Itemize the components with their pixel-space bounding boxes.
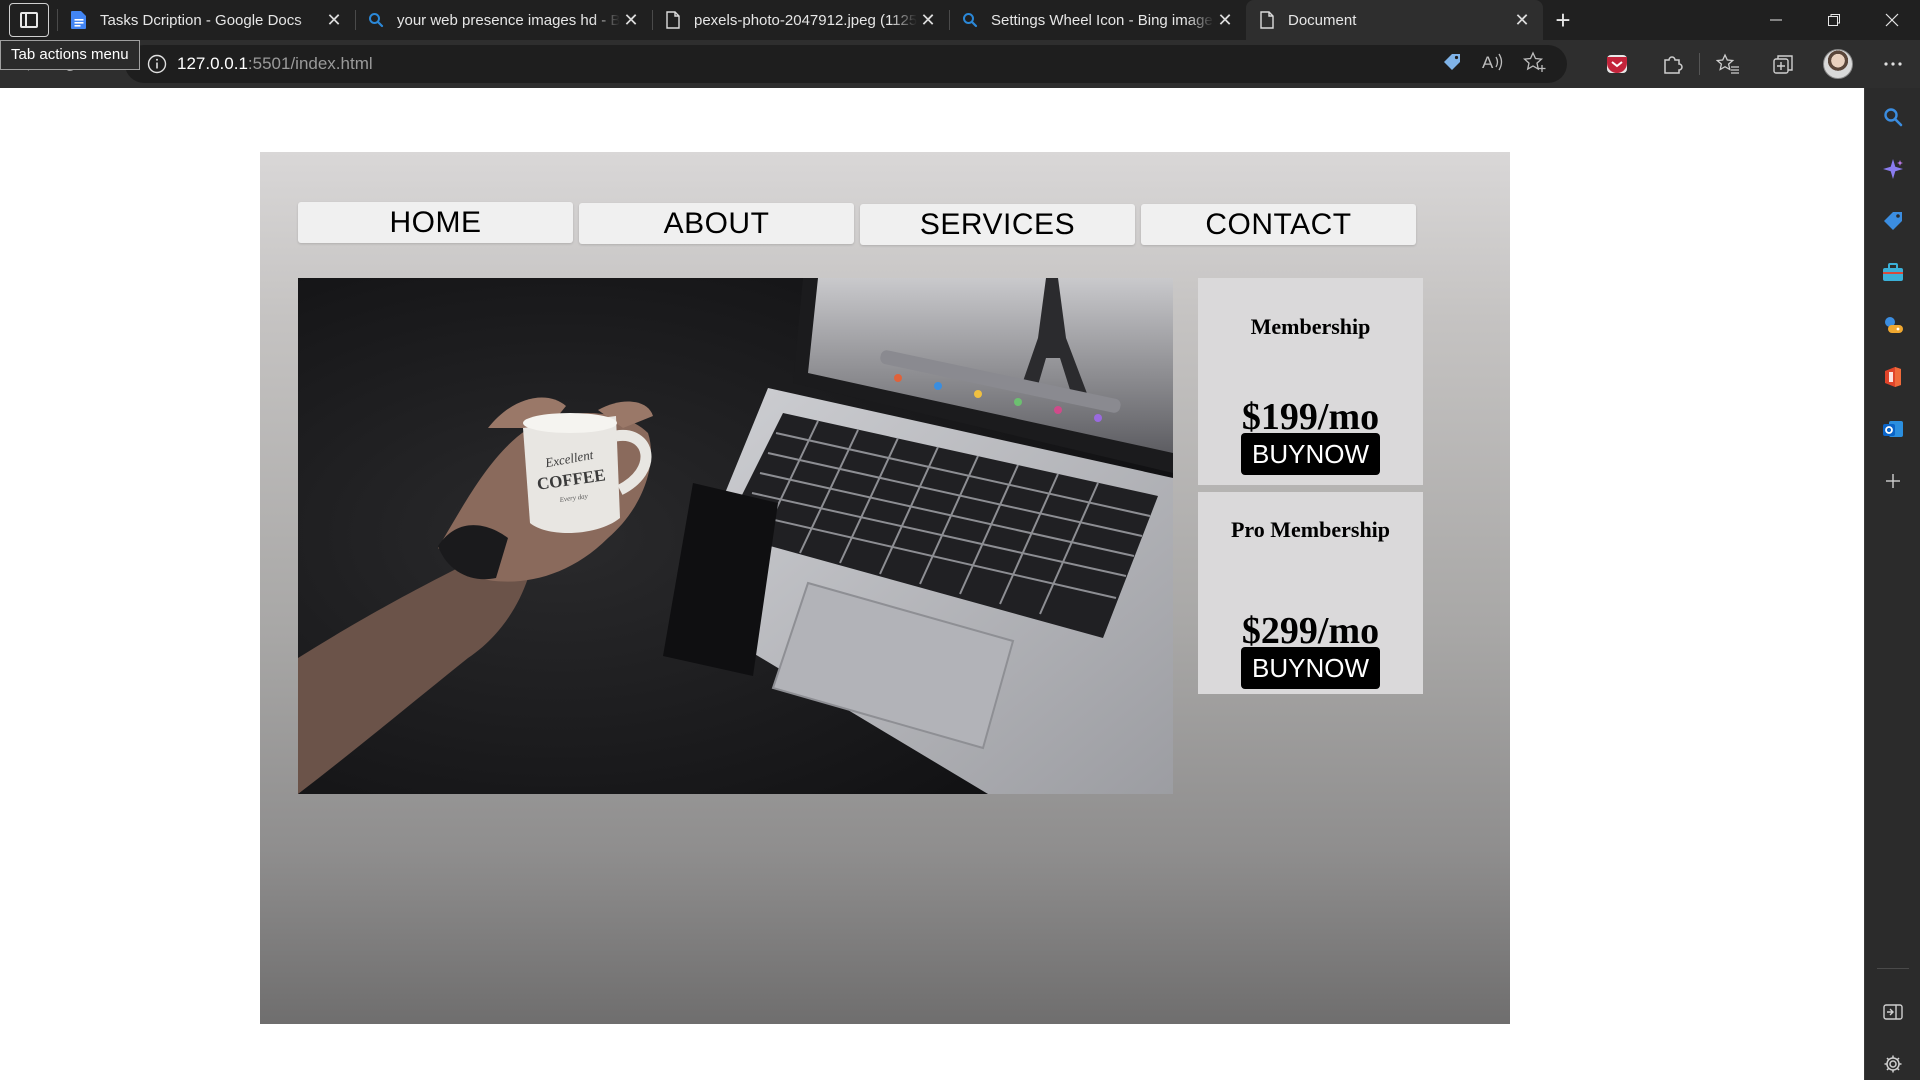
page-container: HOME ABOUT SERVICES CONTACT Excellent CO… bbox=[260, 152, 1510, 1024]
hide-sidebar-icon bbox=[1883, 1004, 1903, 1020]
settings-and-more-button[interactable] bbox=[1865, 40, 1920, 88]
profile-button[interactable] bbox=[1810, 40, 1865, 88]
tab-actions-icon bbox=[20, 12, 38, 28]
collections-icon bbox=[1772, 55, 1793, 74]
minimize-button[interactable] bbox=[1748, 0, 1804, 40]
sidebar-office-button[interactable] bbox=[1865, 357, 1920, 397]
tab-pexels-photo[interactable]: pexels-photo-2047912.jpeg (1125×750) ✕ bbox=[652, 0, 949, 40]
url-text: 127.0.0.1:5501/index.html bbox=[177, 54, 373, 74]
avatar bbox=[1822, 49, 1853, 79]
close-icon[interactable]: ✕ bbox=[1214, 9, 1236, 31]
favorites-icon bbox=[1715, 53, 1739, 74]
toolbar: 127.0.0.1:5501/index.html A bbox=[0, 40, 1920, 88]
tab-title: Tasks Dcription - Google Docs bbox=[100, 11, 302, 29]
plus-icon bbox=[1886, 474, 1900, 488]
site-info-icon[interactable] bbox=[137, 54, 177, 74]
buy-now-button[interactable]: BUYNOW bbox=[1241, 433, 1380, 475]
nav-home[interactable]: HOME bbox=[298, 202, 573, 243]
url-host: 127.0.0.1 bbox=[177, 54, 248, 73]
nav-contact[interactable]: CONTACT bbox=[1141, 204, 1416, 245]
url-path: :5501/index.html bbox=[247, 54, 373, 73]
tab-settings-wheel[interactable]: Settings Wheel Icon - Bing images ✕ bbox=[949, 0, 1246, 40]
restore-icon bbox=[1828, 14, 1840, 26]
minimize-icon bbox=[1770, 19, 1782, 21]
google-docs-icon bbox=[70, 11, 88, 29]
more-icon bbox=[1883, 62, 1902, 66]
sidebar-tools-button[interactable] bbox=[1865, 253, 1920, 293]
buy-now-button[interactable]: BUYNOW bbox=[1241, 647, 1380, 689]
plan-title: Pro Membership bbox=[1230, 517, 1391, 542]
sidebar-copilot-button[interactable] bbox=[1865, 149, 1920, 189]
office-icon bbox=[1885, 367, 1901, 387]
sidebar-outlook-button[interactable] bbox=[1865, 409, 1920, 449]
tab-title: Settings Wheel Icon - Bing images bbox=[991, 11, 1214, 29]
close-window-button[interactable] bbox=[1864, 0, 1920, 40]
sidebar-shopping-button[interactable] bbox=[1865, 201, 1920, 241]
nav-about[interactable]: ABOUT bbox=[579, 203, 854, 244]
main-nav: HOME ABOUT SERVICES CONTACT bbox=[298, 202, 1498, 246]
close-icon[interactable]: ✕ bbox=[620, 9, 642, 31]
extensions-icon bbox=[1663, 56, 1683, 74]
close-icon bbox=[1885, 13, 1899, 27]
tab-actions-button[interactable] bbox=[9, 3, 49, 37]
extensions-button[interactable] bbox=[1644, 40, 1699, 88]
shopping-tag-icon bbox=[1884, 212, 1902, 230]
tab-title: pexels-photo-2047912.jpeg (1125×750) bbox=[694, 11, 917, 29]
outlook-icon bbox=[1883, 421, 1903, 437]
sidebar-divider bbox=[1877, 968, 1909, 969]
address-bar[interactable]: 127.0.0.1:5501/index.html A bbox=[125, 45, 1567, 83]
pocket-extension-button[interactable] bbox=[1589, 40, 1644, 88]
read-aloud-icon[interactable]: A bbox=[1481, 51, 1505, 78]
restore-button[interactable] bbox=[1806, 0, 1862, 40]
games-icon bbox=[1885, 317, 1903, 333]
tab-strip: Tasks Dcription - Google Docs ✕ your web… bbox=[0, 0, 1920, 40]
plan-title: Membership bbox=[1250, 314, 1371, 339]
page-viewport: HOME ABOUT SERVICES CONTACT Excellent CO… bbox=[0, 88, 1863, 1080]
sidebar-games-button[interactable] bbox=[1865, 305, 1920, 345]
tab-document[interactable]: Document ✕ bbox=[1246, 0, 1543, 40]
sidebar-search-button[interactable] bbox=[1865, 97, 1920, 137]
toolbox-icon bbox=[1883, 263, 1903, 281]
close-icon[interactable]: ✕ bbox=[1511, 9, 1533, 31]
bing-search-icon bbox=[367, 11, 385, 29]
sparkle-icon bbox=[1883, 159, 1903, 179]
hero-image: Excellent COFFEE Every day bbox=[298, 278, 1173, 794]
collections-button[interactable] bbox=[1755, 40, 1810, 88]
sidebar-add-button[interactable] bbox=[1865, 461, 1920, 501]
tab-title: Document bbox=[1288, 11, 1357, 29]
file-icon bbox=[1258, 11, 1276, 29]
add-favorite-icon[interactable] bbox=[1522, 50, 1547, 78]
file-icon bbox=[664, 11, 682, 29]
favorites-button[interactable] bbox=[1700, 40, 1755, 88]
tab-title: your web presence images hd - Bing image… bbox=[397, 11, 620, 29]
new-tab-button[interactable]: + bbox=[1543, 0, 1583, 40]
plan-card-membership: Membership $199/mo BUYNOW bbox=[1198, 278, 1423, 485]
coffee-laptop-photo: Excellent COFFEE Every day bbox=[298, 278, 1173, 794]
svg-text:A: A bbox=[1482, 53, 1494, 72]
tab-actions-tooltip: Tab actions menu bbox=[0, 40, 140, 70]
nav-services[interactable]: SERVICES bbox=[860, 204, 1135, 245]
plan-card-pro-membership: Pro Membership $299/mo BUYNOW bbox=[1198, 492, 1423, 694]
sidebar-settings-button[interactable] bbox=[1865, 1044, 1920, 1080]
edge-sidebar bbox=[1864, 88, 1920, 1080]
tab-bing-web-presence[interactable]: your web presence images hd - Bing image… bbox=[355, 0, 652, 40]
shopping-tag-icon[interactable] bbox=[1441, 51, 1463, 78]
close-icon[interactable]: ✕ bbox=[323, 9, 345, 31]
bing-search-icon bbox=[961, 11, 979, 29]
close-icon[interactable]: ✕ bbox=[917, 9, 939, 31]
tab-google-docs[interactable]: Tasks Dcription - Google Docs ✕ bbox=[58, 0, 355, 40]
pocket-icon bbox=[1606, 55, 1627, 73]
hide-sidebar-button[interactable] bbox=[1865, 992, 1920, 1032]
gear-icon bbox=[1884, 1055, 1902, 1073]
search-icon bbox=[1884, 108, 1903, 127]
